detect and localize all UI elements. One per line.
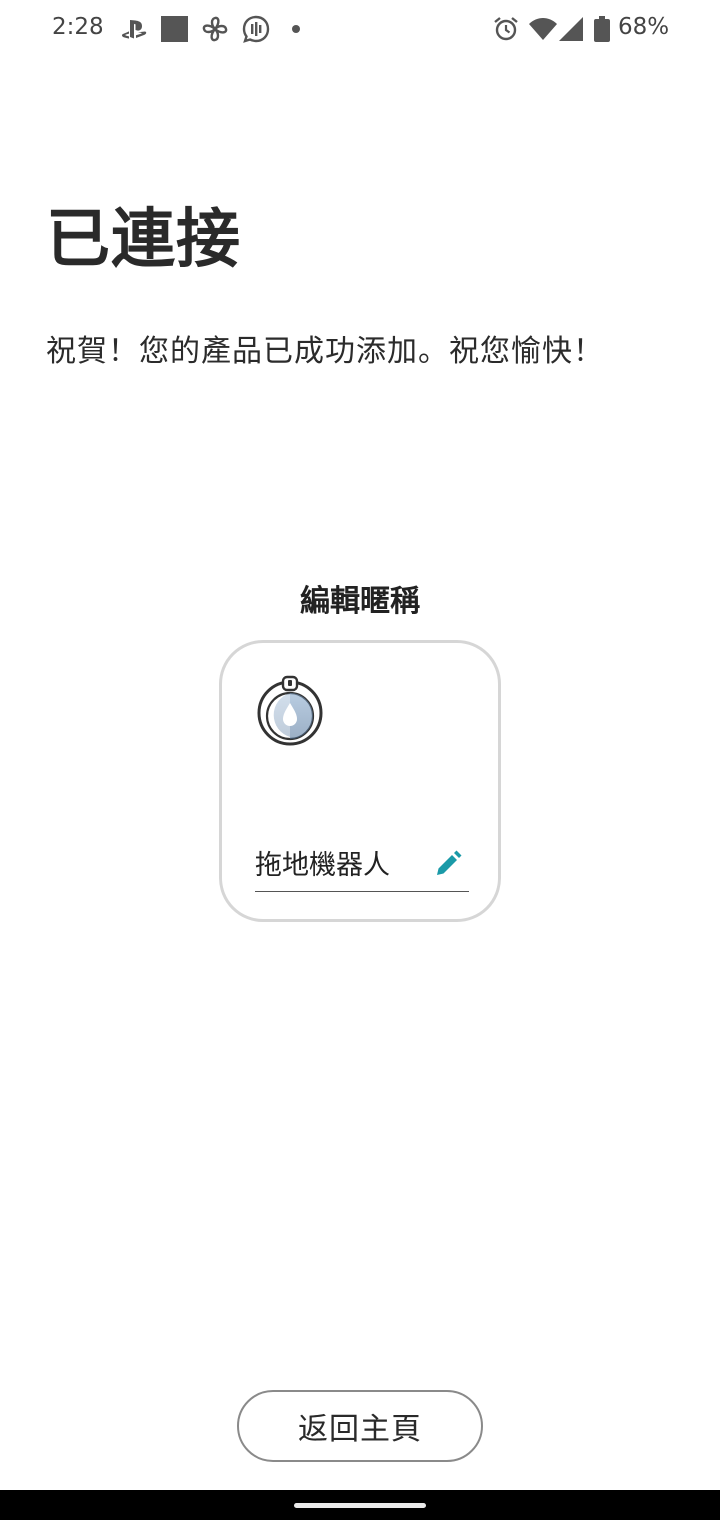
mop-robot-icon (255, 673, 325, 747)
page-title: 已連接 (46, 203, 241, 277)
dot-icon (291, 14, 301, 44)
battery-percent: 68% (618, 14, 670, 40)
status-time: 2:28 (52, 14, 104, 40)
battery-icon (594, 14, 610, 44)
device-name: 拖地機器人 (255, 850, 390, 881)
square-app-icon (161, 14, 188, 44)
home-gesture-handle[interactable] (294, 1503, 426, 1508)
navigation-bar (0, 1490, 720, 1520)
pencil-icon[interactable] (433, 849, 463, 879)
voice-bubble-icon (241, 14, 271, 44)
success-message: 祝賀！您的產品已成功添加。祝您愉快！ (46, 334, 604, 369)
back-to-home-button[interactable]: 返回主頁 (237, 1390, 483, 1462)
device-card: 拖地機器人 (219, 640, 501, 922)
playstation-icon (120, 14, 148, 44)
alarm-icon (492, 14, 520, 44)
status-bar: 2:28 68% (0, 0, 720, 60)
edit-nickname-label: 編輯暱稱 (300, 584, 420, 619)
nickname-field[interactable]: 拖地機器人 (255, 839, 469, 892)
signal-icon (559, 14, 583, 44)
wifi-icon (529, 14, 557, 44)
fan-icon (200, 14, 230, 44)
